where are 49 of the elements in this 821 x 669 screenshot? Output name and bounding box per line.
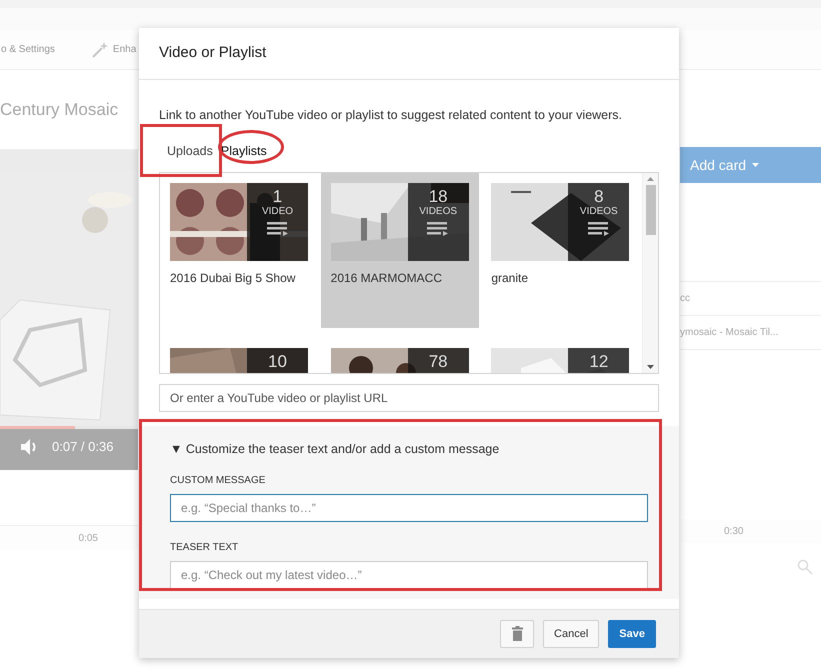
playlist-name: 2016 Dubai Big 5 Show: [170, 270, 296, 287]
playlist-tile[interactable]: 8 VIDEOS granite: [481, 172, 640, 328]
customize-toggle[interactable]: ▼ Customize the teaser text and/or add a custom message: [170, 440, 648, 458]
video-count: 1: [272, 186, 282, 206]
playlist-icon: [588, 222, 610, 236]
tab[interactable]: Playlists: [220, 142, 267, 162]
tab[interactable]: Uploads: [167, 142, 213, 162]
playlist-tile[interactable]: 18 VIDEOS 2016 MARMOMACC: [320, 172, 479, 328]
caret-icon: [752, 163, 760, 167]
playlist-icon: [266, 222, 288, 236]
playlist-tile[interactable]: 12: [481, 338, 640, 373]
video-count: 12: [589, 352, 608, 371]
teaser-text-field[interactable]: e.g. “Check out my latest video…”: [170, 560, 648, 588]
video-time: 0:07 / 0:36: [52, 438, 114, 456]
dialog-description: Link to another YouTube video or playlist to suggest related content to your viewers.: [159, 107, 624, 124]
url-field[interactable]: Or enter a YouTube video or playlist URL: [159, 384, 659, 412]
scroll-up-icon: [647, 176, 654, 181]
cancel-button[interactable]: Cancel: [543, 620, 600, 648]
video-count: 78: [428, 352, 448, 371]
field-label: TEASER TEXT: [170, 540, 240, 554]
video-count-unit: VIDEOS: [580, 206, 618, 218]
list-row-text: cc: [680, 292, 690, 306]
field-label: CUSTOM MESSAGE: [170, 474, 266, 488]
playlist-tile[interactable]: 10: [160, 338, 318, 373]
timeline-tick: 0:30: [724, 525, 744, 539]
save-button[interactable]: Save: [608, 620, 656, 648]
delete-button[interactable]: [500, 620, 534, 648]
video-count: 10: [268, 352, 287, 371]
video-count-unit: VIDEOS: [419, 206, 458, 218]
playlist-tile[interactable]: 1 VIDEO 2016 Dubai Big 5 Show: [160, 172, 318, 328]
playlist-icon: [427, 222, 450, 236]
highlight-ellipse: [218, 130, 284, 164]
list-row-text: ymosaic - Mosaic Til...: [680, 326, 778, 340]
scroll-thumb[interactable]: [646, 184, 656, 235]
custom-message-field[interactable]: e.g. “Special thanks to…”: [170, 494, 648, 522]
video-count: 18: [428, 186, 448, 206]
timeline-tick: 0:05: [78, 532, 98, 546]
video-title: Century Mosaic: [0, 98, 118, 121]
dialog-title: Video or Playlist: [159, 43, 266, 64]
scrollbar[interactable]: [642, 172, 658, 373]
video-count-unit: VIDEO: [262, 206, 294, 218]
magic-wand-icon: [90, 40, 109, 58]
playlist-name: 2016 MARMOMACC: [330, 270, 444, 287]
video-count: 8: [594, 186, 604, 206]
playlist-tile[interactable]: 78: [320, 338, 479, 373]
playlist-name: granite: [491, 270, 530, 287]
scroll-down-icon: [647, 364, 654, 369]
trash-icon: [512, 626, 523, 642]
search-icon[interactable]: [797, 559, 813, 575]
